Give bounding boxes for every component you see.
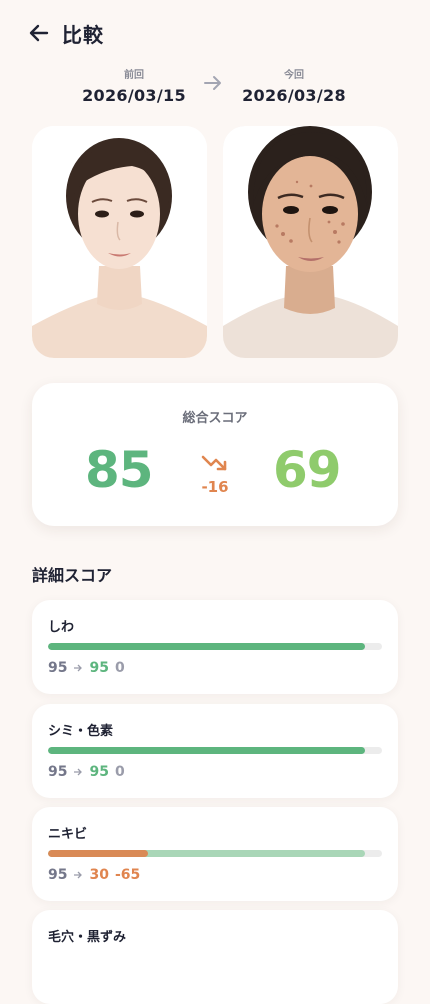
current-face-photo[interactable] [223,126,398,358]
current-date-block: 今回 2026/03/28 [219,66,369,105]
score-diff: 0 [114,660,125,676]
current-date-label: 今回 [284,70,304,81]
detail-card-pores[interactable]: 毛穴・黒ずみ [32,910,398,1004]
top-bar: 比較 [0,0,430,68]
previous-face-photo[interactable] [32,126,207,358]
current-score-bar [48,747,366,754]
previous-date-block: 前回 2026/03/15 [59,66,209,105]
trend-down-icon [201,455,227,471]
current-score: 30 [89,867,109,883]
page-title: 比較 [62,23,104,47]
overall-score-card: 総合スコア 85 -16 69 [32,383,398,526]
current-score: 95 [89,764,109,780]
arrow-left-icon [29,24,49,42]
current-date-value: 2026/03/28 [242,86,346,105]
previous-overall-score: 85 [85,441,154,499]
detail-name: 毛穴・黒ずみ [48,930,127,945]
score-values: 95 95 0 [48,764,125,780]
detail-scores-title: 詳細スコア [32,566,113,585]
detail-card-acne[interactable]: ニキビ 95 30 -65 [32,807,398,901]
score-values: 95 95 0 [48,660,125,676]
score-diff: 0 [114,764,125,780]
overall-score-label: 総合スコア [182,411,248,426]
current-score: 95 [89,660,109,676]
arrow-right-icon [74,664,83,672]
score-values: 95 30 -65 [48,867,140,883]
previous-date-value: 2026/03/15 [82,86,186,105]
previous-score: 95 [48,764,68,780]
current-score-bar [48,850,149,857]
score-diff: -65 [114,867,141,883]
previous-score: 95 [48,867,68,883]
previous-score: 95 [48,660,68,676]
current-overall-score: 69 [273,441,342,499]
arrow-right-icon [74,871,83,879]
current-score-bar [48,643,366,650]
score-track [48,643,382,650]
previous-date-label: 前回 [124,70,144,81]
detail-name: しわ [48,620,75,635]
detail-card-wrinkles[interactable]: しわ 95 95 0 [32,600,398,694]
overall-score-diff: -16 [201,478,229,496]
date-comparison: 前回 2026/03/15 今回 2026/03/28 [0,66,430,110]
arrow-right-icon [74,768,83,776]
score-track [48,850,382,857]
detail-card-pigmentation[interactable]: シミ・色素 95 95 0 [32,704,398,798]
detail-name: ニキビ [48,827,88,842]
back-button[interactable] [26,20,52,46]
score-track [48,747,382,754]
detail-name: シミ・色素 [48,724,114,739]
